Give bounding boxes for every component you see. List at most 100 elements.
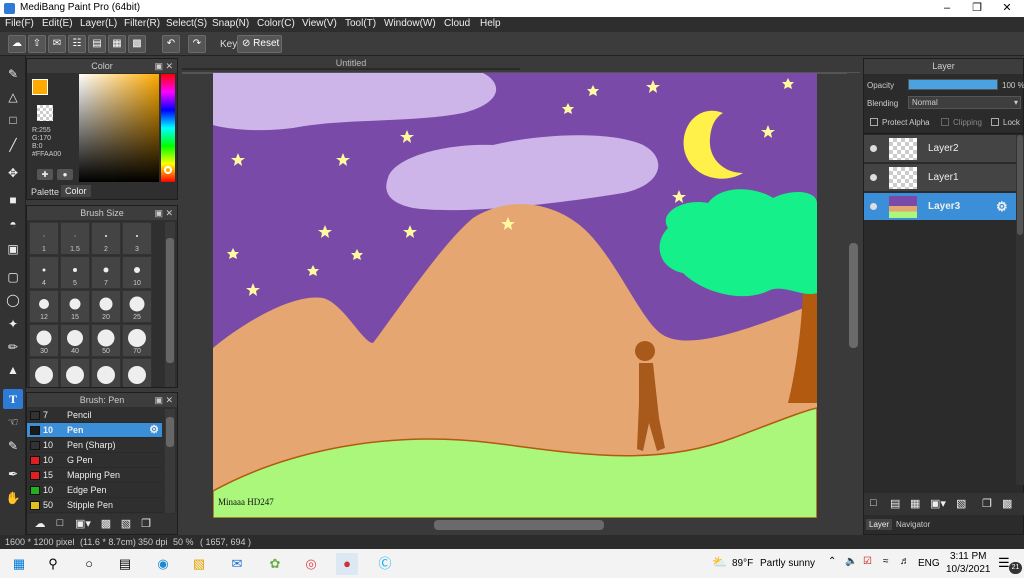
menu-select[interactable]: Select(S) xyxy=(166,18,207,29)
brush-size-cell[interactable] xyxy=(29,358,59,387)
skype-icon[interactable]: Ⓒ xyxy=(374,553,396,575)
search-icon[interactable]: ⚲ xyxy=(42,553,64,575)
protect-alpha-checkbox[interactable] xyxy=(870,118,878,126)
brush-size-cell[interactable] xyxy=(91,358,121,387)
brush-size-cell[interactable] xyxy=(60,358,90,387)
chevron-up-icon[interactable]: ⌃ xyxy=(828,556,836,567)
rectangle-tool-icon[interactable]: □ xyxy=(3,110,23,130)
brush-list-scrollbar[interactable] xyxy=(165,409,175,513)
brush-size-scroll-thumb[interactable] xyxy=(166,238,174,363)
brush-size-cell[interactable]: 20 xyxy=(91,290,121,323)
brush-row[interactable]: 10 Pen ⚙ xyxy=(27,423,162,438)
share-icon[interactable]: ☷ xyxy=(68,35,86,53)
duplicate-layer-icon[interactable]: ❐ xyxy=(982,497,992,510)
grid-icon[interactable]: ▩ xyxy=(128,35,146,53)
tab-palette[interactable]: Palette xyxy=(31,187,59,197)
brush-list-scroll-thumb[interactable] xyxy=(166,417,174,447)
new-8bit-layer-icon[interactable]: ▦ xyxy=(910,497,920,510)
edge-browser-icon[interactable]: ◉ xyxy=(152,553,174,575)
new-layer-icon[interactable]: □ xyxy=(870,497,877,509)
visibility-eye-icon[interactable] xyxy=(870,145,877,152)
speaker-icon[interactable]: 🔈 xyxy=(845,556,857,567)
eyedropper-small-icon[interactable]: ● xyxy=(57,169,73,180)
document-tab[interactable]: Untitled xyxy=(182,56,520,70)
minimize-button[interactable]: – xyxy=(932,0,962,17)
panel-close-icon[interactable]: ▣ ✕ xyxy=(154,393,173,407)
lock-checkbox[interactable] xyxy=(991,118,999,126)
select-eraser-tool-icon[interactable]: ▲ xyxy=(3,360,23,380)
file-explorer-icon[interactable]: ▧ xyxy=(188,553,210,575)
brush-size-cell[interactable]: 25 xyxy=(122,290,152,323)
cortana-icon[interactable]: ○ xyxy=(78,553,100,575)
visibility-eye-icon[interactable] xyxy=(870,203,877,210)
duplicate-brush-icon[interactable]: ❐ xyxy=(139,517,153,531)
add-layer-dropdown-icon[interactable]: ▣▾ xyxy=(930,497,946,510)
menu-window[interactable]: Window(W) xyxy=(384,18,436,29)
menu-tool[interactable]: Tool(T) xyxy=(345,18,376,29)
layer-scrollbar[interactable] xyxy=(1016,135,1024,485)
merge-layer-icon[interactable]: ▩ xyxy=(1002,497,1012,510)
chrome-icon[interactable]: ◎ xyxy=(300,553,322,575)
clock-date[interactable]: 10/3/2021 xyxy=(946,564,991,575)
language-indicator[interactable]: ENG xyxy=(918,558,940,569)
canvas-hscroll-thumb[interactable] xyxy=(434,520,604,530)
reset-button[interactable]: ⊘ Reset xyxy=(237,35,282,53)
brush-size-cell[interactable]: 1 xyxy=(29,222,59,255)
menu-layer[interactable]: Layer(L) xyxy=(80,18,117,29)
brush-row[interactable]: 10 G Pen xyxy=(27,453,162,468)
menu-filter[interactable]: Filter(R) xyxy=(124,18,160,29)
brush-size-scrollbar[interactable] xyxy=(165,222,175,387)
brush-size-cell[interactable] xyxy=(122,358,152,387)
brush-size-cell[interactable]: 4 xyxy=(29,256,59,289)
menu-snap[interactable]: Snap(N) xyxy=(212,18,249,29)
menu-view[interactable]: View(V) xyxy=(302,18,337,29)
panel-close-icon[interactable]: ▣ ✕ xyxy=(154,206,173,220)
brush-size-cell[interactable]: 2 xyxy=(91,222,121,255)
pages-icon[interactable]: ▦ xyxy=(108,35,126,53)
undo-icon[interactable]: ↶ xyxy=(162,35,180,53)
background-color-swatch[interactable] xyxy=(37,105,53,121)
saturation-value-picker[interactable] xyxy=(79,74,159,182)
notification-icon[interactable]: ☰ xyxy=(998,555,1010,571)
canvas-vertical-scrollbar[interactable] xyxy=(847,73,860,518)
redo-icon[interactable]: ↷ xyxy=(188,35,206,53)
cloud-icon[interactable]: ☁ xyxy=(8,35,26,53)
maximize-button[interactable]: ❐ xyxy=(962,0,992,17)
brush-settings-gear-icon[interactable]: ⚙ xyxy=(149,423,159,438)
new-brush-icon[interactable]: □ xyxy=(53,517,67,531)
line-tool-icon[interactable]: ╱ xyxy=(3,135,23,155)
folder-icon[interactable]: ▧ xyxy=(119,517,133,531)
medibang-taskbar-icon[interactable]: ● xyxy=(336,553,358,575)
comment-icon[interactable]: ✉ xyxy=(48,35,66,53)
fill-rect-tool-icon[interactable]: ■ xyxy=(3,190,23,210)
clipping-checkbox[interactable] xyxy=(941,118,949,126)
panel-close-icon[interactable]: ▣ ✕ xyxy=(154,59,173,73)
brush-size-cell[interactable]: 40 xyxy=(60,324,90,357)
cloud-brush-icon[interactable]: ☁ xyxy=(33,517,47,531)
magic-wand-tool-icon[interactable]: ✦ xyxy=(3,314,23,334)
weather-icon[interactable]: ⛅ xyxy=(712,555,727,569)
brush-size-cell[interactable]: 50 xyxy=(91,324,121,357)
foreground-color-swatch[interactable] xyxy=(32,79,48,95)
antivirus-icon[interactable]: ☑ xyxy=(863,556,872,567)
wifi-icon[interactable]: ≈ xyxy=(883,556,889,567)
operation-tool-icon[interactable]: ☜ xyxy=(3,412,23,432)
eyedropper-tool-icon[interactable]: ✒ xyxy=(3,464,23,484)
select-tool-icon[interactable]: ▢ xyxy=(3,267,23,287)
brush-size-cell[interactable]: 12 xyxy=(29,290,59,323)
tab-navigator[interactable]: Navigator xyxy=(896,520,930,529)
layer-folder-icon[interactable]: ▧ xyxy=(956,497,966,510)
brush-size-cell[interactable]: 5 xyxy=(60,256,90,289)
brush-tool-icon[interactable]: ✎ xyxy=(3,64,23,84)
opacity-slider[interactable] xyxy=(908,79,998,90)
move-tool-icon[interactable]: ✥ xyxy=(3,163,23,183)
brush-size-cell[interactable]: 1.5 xyxy=(60,222,90,255)
bucket-tool-icon[interactable]: ◓ xyxy=(3,214,23,234)
brush-row[interactable]: 10 Edge Pen xyxy=(27,483,162,498)
paint-icon[interactable]: ✿ xyxy=(264,553,286,575)
visibility-eye-icon[interactable] xyxy=(870,174,877,181)
hue-slider-handle[interactable] xyxy=(164,166,172,174)
brush-size-cell[interactable]: 3 xyxy=(122,222,152,255)
brush-size-cell[interactable]: 15 xyxy=(60,290,90,323)
tab-layer[interactable]: Layer xyxy=(866,519,893,530)
